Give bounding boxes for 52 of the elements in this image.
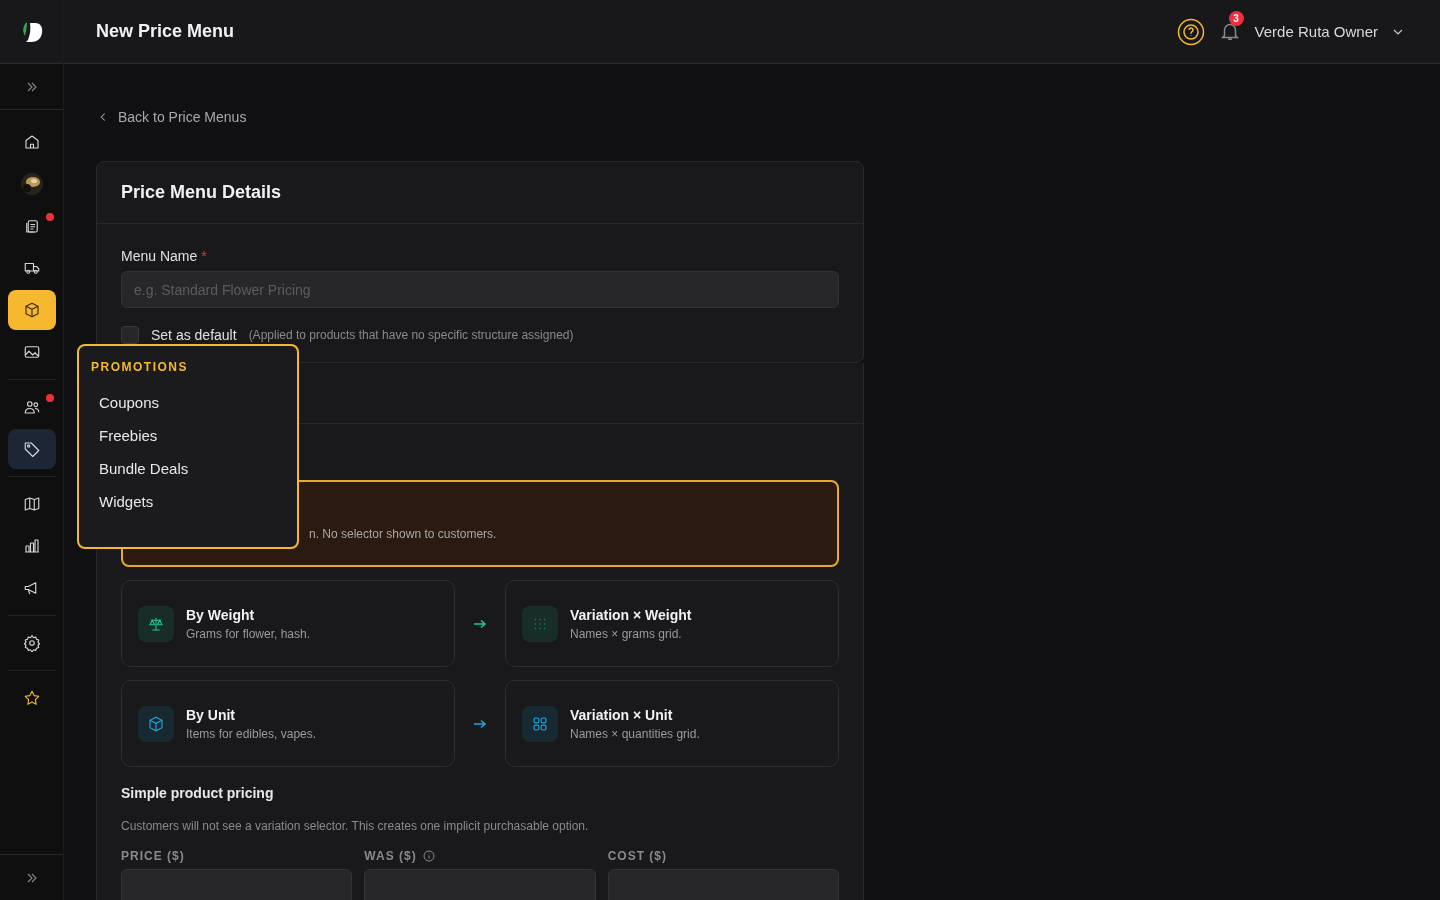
notification-dot — [45, 394, 54, 402]
home-icon — [22, 133, 41, 151]
price-field[interactable] — [364, 869, 596, 900]
image-icon — [22, 343, 41, 361]
section-title: Simple product pricing — [121, 785, 275, 801]
users-icon — [22, 398, 41, 416]
sidebar-item[interactable] — [7, 290, 56, 330]
bar-chart-icon — [22, 537, 41, 555]
option-description: Items for edibles, vapes. — [186, 726, 317, 741]
grid-icon — [531, 714, 549, 733]
option-description: Names × quantities grid. — [570, 726, 700, 741]
price-field[interactable] — [607, 869, 839, 900]
checkbox-hint: (Applied to products that have no specific structure assigned) — [248, 328, 574, 342]
section-description: Customers will not see a variation selector. This creates one implicit purchasable option. — [121, 819, 590, 833]
settings-icon — [22, 634, 41, 652]
sidebar-item[interactable] — [7, 429, 56, 469]
option-description: n. No selector shown to customers. — [309, 527, 497, 541]
menu-item[interactable]: Coupons — [91, 386, 168, 419]
box-icon — [22, 301, 41, 319]
field-label: Menu Name — [121, 248, 198, 264]
field-label: WAS ($) — [364, 849, 417, 863]
field-label: PRICE ($) — [121, 849, 185, 863]
option-description: Names × grams grid. — [570, 626, 683, 641]
arrow-right-icon — [473, 718, 487, 729]
tag-icon — [22, 440, 41, 458]
option-card[interactable]: Variation × Unit Names × quantities grid. — [505, 680, 839, 767]
arrow-right-icon — [473, 618, 487, 629]
info-icon[interactable] — [422, 850, 435, 862]
price-field[interactable] — [121, 869, 353, 900]
field-label: COST ($) — [607, 849, 667, 863]
card-title: Price Menu Details — [121, 182, 282, 203]
menu-heading: PROMOTIONS — [91, 360, 189, 374]
required-mark: * — [201, 248, 207, 264]
notification-badge: 3 — [1228, 10, 1244, 26]
option-title: Variation × Unit — [570, 706, 674, 723]
menu-item[interactable]: Freebies — [91, 419, 166, 452]
option-title: By Unit — [186, 706, 236, 723]
option-description: Grams for flower, hash. — [186, 626, 311, 641]
option-card[interactable]: By Unit Items for edibles, vapes. — [121, 680, 455, 767]
default-checkbox[interactable] — [121, 326, 139, 344]
option-title: Variation × Weight — [570, 606, 692, 623]
notification-dot — [45, 213, 54, 221]
star-icon — [22, 689, 41, 707]
option-card[interactable]: By Weight Grams for flower, hash. — [121, 580, 455, 667]
page-title: New Price Menu — [96, 21, 235, 42]
user-menu[interactable]: Verde Ruta Owner — [1254, 23, 1378, 40]
map-icon — [22, 495, 41, 513]
cube-icon — [147, 714, 165, 733]
checkbox-label[interactable]: Set as default — [151, 327, 237, 343]
option-card[interactable]: Variation × Weight Names × grams grid. — [505, 580, 839, 667]
help-icon[interactable] — [1176, 17, 1205, 46]
option-title: By Weight — [186, 606, 256, 623]
